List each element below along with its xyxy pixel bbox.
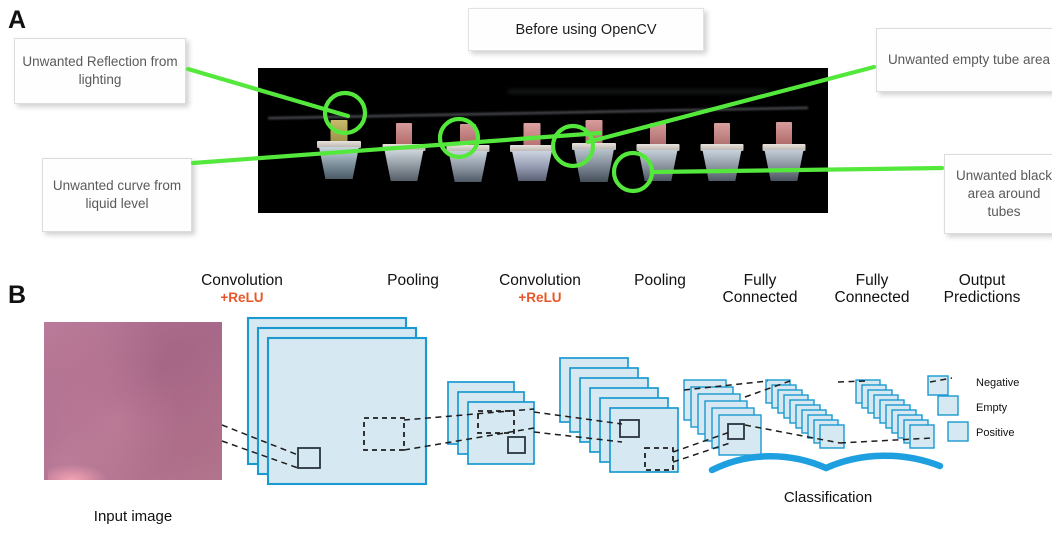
conv2-feature-maps — [559, 357, 679, 473]
output-unit-positive — [947, 421, 969, 442]
prediction-label-positive: Positive — [976, 427, 1015, 439]
fc1-units — [765, 379, 845, 449]
output-unit-empty — [937, 395, 959, 416]
figure-root: A Before using OpenCV Unwanted Reflectio… — [0, 0, 1052, 534]
pool1-feature-maps — [447, 381, 535, 465]
cnn-architecture-diagram: .fmr{fill:#d6e8f2;stroke:#1a9ad0;stroke-… — [221, 316, 969, 486]
classification-caption: Classification — [783, 489, 873, 506]
prediction-label-negative: Negative — [976, 377, 1020, 389]
classification-brace — [708, 452, 944, 474]
prediction-label-empty: Empty — [976, 402, 1008, 414]
fc2-units — [855, 379, 935, 449]
